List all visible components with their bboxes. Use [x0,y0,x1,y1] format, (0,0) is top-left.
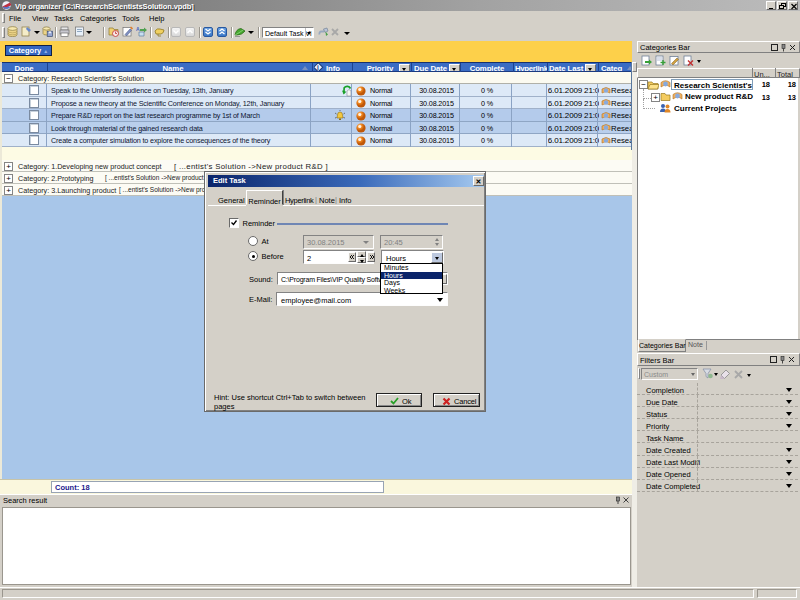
svg-text:A: A [136,26,140,32]
svg-text:i: i [317,64,319,71]
